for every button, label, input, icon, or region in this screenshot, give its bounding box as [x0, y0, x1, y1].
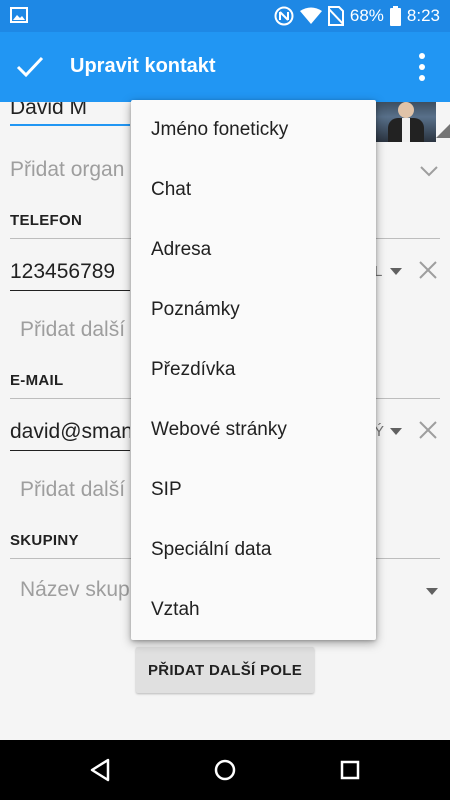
no-sim-icon: [327, 6, 344, 26]
battery-icon: [389, 6, 401, 26]
menu-item-address[interactable]: Adresa: [131, 220, 376, 280]
contact-photo[interactable]: [376, 102, 436, 142]
name-field[interactable]: David M: [10, 102, 130, 126]
phone-section-title: TELEFON: [10, 212, 83, 229]
nfc-icon: [274, 6, 294, 26]
image-notification-icon: [10, 7, 28, 23]
battery-percent: 68%: [349, 6, 384, 25]
clock: 8:23: [406, 6, 440, 25]
group-name-field[interactable]: Název skup: [20, 578, 130, 602]
email-type-dropdown-icon[interactable]: [390, 428, 402, 435]
status-bar: 68% 8:23: [0, 0, 450, 32]
menu-item-chat[interactable]: Chat: [131, 160, 376, 220]
back-icon[interactable]: [89, 758, 111, 787]
group-dropdown-icon[interactable]: [426, 588, 438, 595]
menu-item-notes[interactable]: Poznámky: [131, 280, 376, 340]
email-section-title: E-MAIL: [10, 372, 64, 389]
organization-field[interactable]: Přidat organ: [10, 158, 124, 182]
app-bar: Upravit kontakt: [0, 32, 450, 102]
menu-item-relation[interactable]: Vztah: [131, 580, 376, 640]
remove-phone-icon[interactable]: [419, 261, 437, 279]
more-options-icon[interactable]: [418, 52, 426, 82]
phone-field[interactable]: 123456789: [10, 260, 130, 291]
groups-section-title: SKUPINY: [10, 532, 79, 549]
home-icon[interactable]: [214, 758, 236, 787]
add-field-button[interactable]: PŘIDAT DALŠÍ POLE: [136, 647, 314, 693]
photo-corner-indicator: [436, 124, 450, 138]
navigation-bar: [0, 740, 450, 800]
email-field[interactable]: david@sman: [10, 420, 130, 451]
menu-item-website[interactable]: Webové stránky: [131, 400, 376, 460]
menu-item-sip[interactable]: SIP: [131, 460, 376, 520]
chevron-down-icon[interactable]: [420, 164, 438, 177]
add-email-field[interactable]: Přidat další: [20, 478, 125, 502]
menu-item-nickname[interactable]: Přezdívka: [131, 340, 376, 400]
wifi-icon: [299, 7, 322, 25]
menu-item-phonetic-name[interactable]: Jméno foneticky: [131, 100, 376, 160]
page-title: Upravit kontakt: [70, 55, 216, 77]
recents-icon[interactable]: [340, 758, 360, 787]
save-check-icon[interactable]: [16, 54, 44, 80]
phone-type-dropdown-icon[interactable]: [390, 268, 402, 275]
add-field-menu: Jméno foneticky Chat Adresa Poznámky Pře…: [131, 100, 376, 640]
add-phone-field[interactable]: Přidat další: [20, 318, 125, 342]
remove-email-icon[interactable]: [419, 421, 437, 439]
menu-item-special-data[interactable]: Speciální data: [131, 520, 376, 580]
